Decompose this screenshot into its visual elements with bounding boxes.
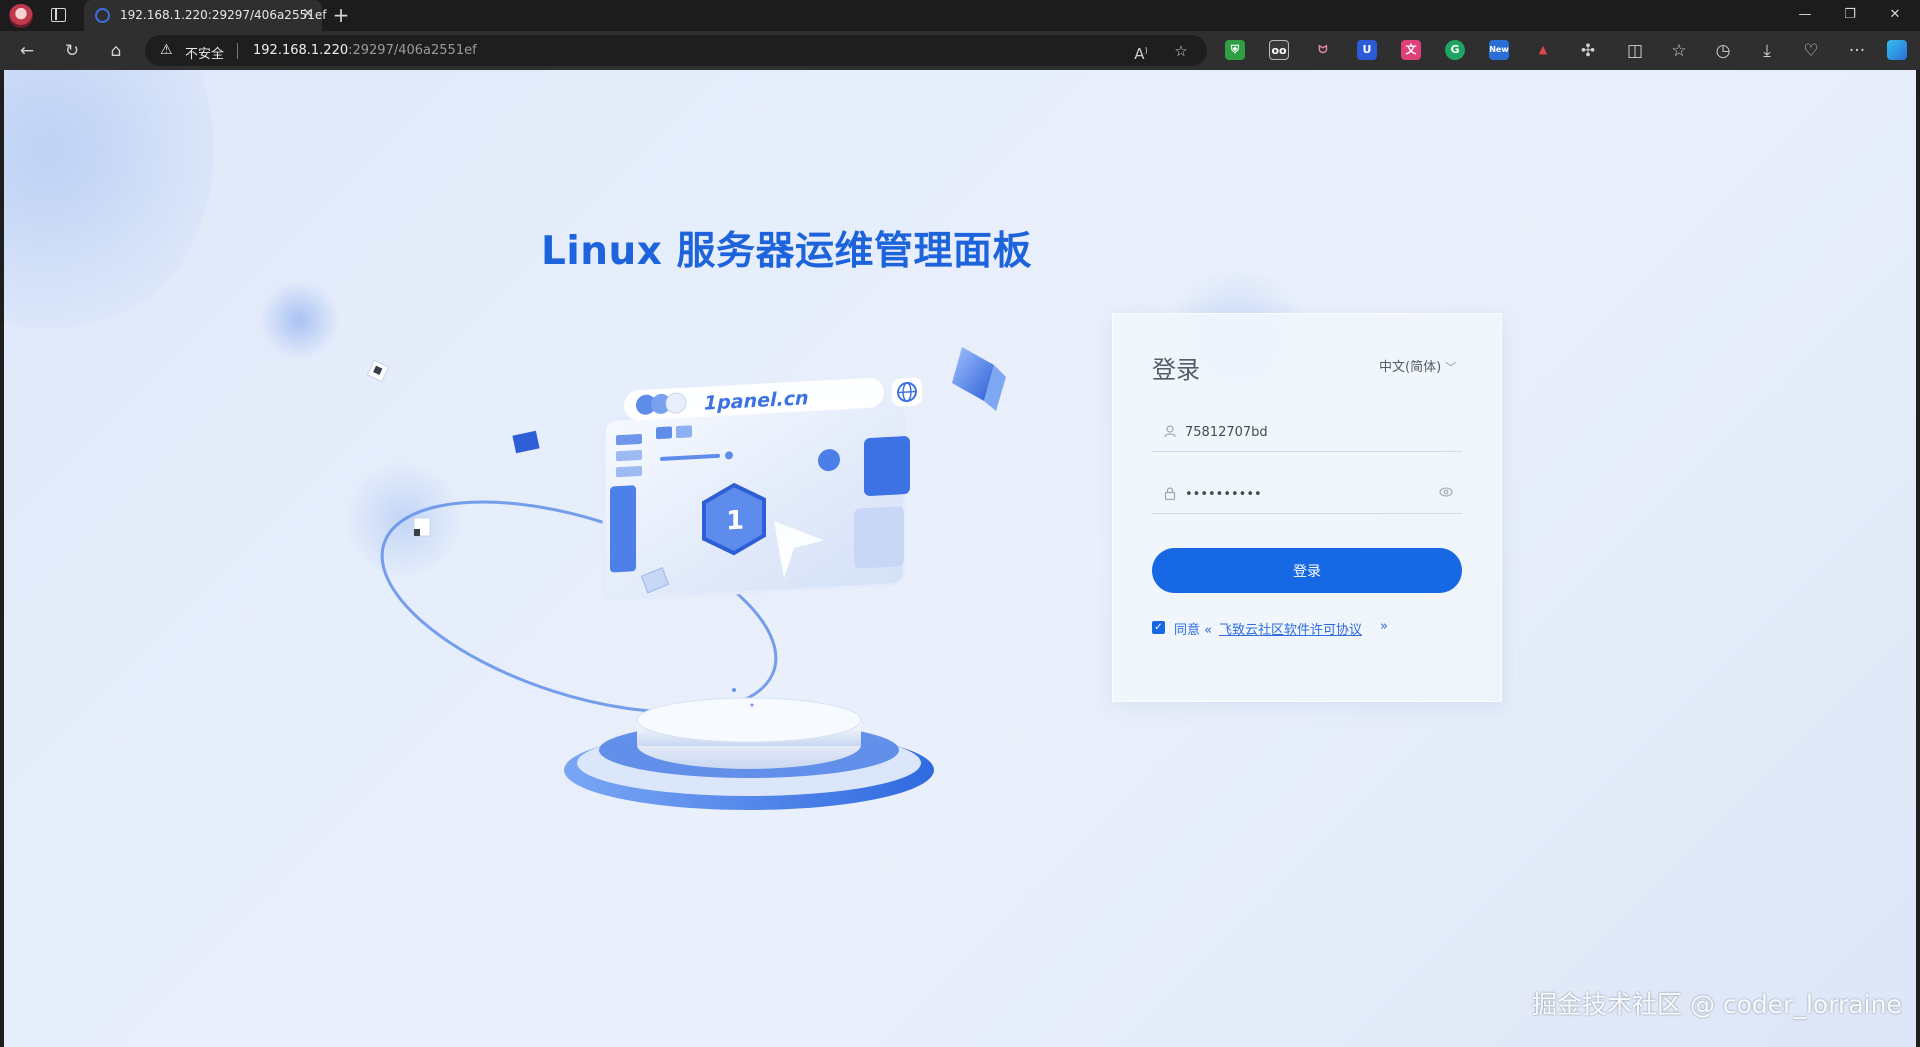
- agree-checkbox[interactable]: ✓: [1152, 621, 1165, 634]
- floating-cube: [366, 359, 390, 383]
- profile-avatar[interactable]: [9, 4, 33, 28]
- browser-toolbar: ← ↻ ⌂ ⚠ 不安全 192.168.1.220:29297/406a2551…: [0, 31, 1920, 70]
- password-input[interactable]: [1185, 484, 1425, 504]
- agree-suffix: »: [1380, 619, 1388, 634]
- cat-extension-icon[interactable]: ᗢ: [1313, 40, 1333, 60]
- eye-icon[interactable]: [1438, 487, 1454, 501]
- address-bar[interactable]: ⚠ 不安全 192.168.1.220:29297/406a2551ef A) …: [145, 35, 1207, 66]
- user-icon: [1163, 425, 1177, 439]
- chevron-down-icon: ﹀: [1445, 361, 1457, 374]
- background-circle: [4, 70, 214, 340]
- shield-extension-icon[interactable]: ⛨: [1225, 40, 1245, 60]
- read-aloud-icon[interactable]: A): [1130, 40, 1152, 63]
- close-window-icon[interactable]: ✕: [1880, 4, 1910, 26]
- extensions-puzzle-icon[interactable]: ✣: [1577, 40, 1599, 62]
- translate-extension-icon[interactable]: 文: [1401, 40, 1421, 60]
- username-input[interactable]: [1185, 422, 1425, 442]
- browser-tab-bar: 192.168.1.220:29297/406a2551ef ✕ + — ❐ ✕: [0, 0, 1920, 31]
- tab-title: 192.168.1.220:29297/406a2551ef: [120, 8, 327, 22]
- security-label[interactable]: 不安全: [185, 43, 224, 62]
- address-separator: [237, 43, 238, 59]
- home-icon[interactable]: ⌂: [105, 40, 127, 62]
- download-icon[interactable]: ⤓: [1756, 40, 1778, 62]
- favorites-icon[interactable]: ☆: [1668, 40, 1690, 62]
- language-select[interactable]: 中文(简体) ﹀: [1379, 356, 1456, 375]
- url-path: :29297/406a2551ef: [348, 43, 477, 58]
- split-screen-icon[interactable]: ◫: [1624, 40, 1646, 62]
- panel-illustration: 1 1panel.cn: [366, 347, 1006, 810]
- floating-cube: [512, 430, 540, 454]
- login-card: 登录 中文(简体)﹀ 登录 ✓ 同意 « 飞致云社区软件许可协议 »: [1112, 313, 1502, 702]
- url-host: 192.168.1.220: [253, 43, 349, 58]
- more-menu-icon[interactable]: ···: [1846, 40, 1868, 62]
- refresh-icon[interactable]: ↻: [61, 40, 83, 62]
- page-heading: Linux 服务器运维管理面板: [541, 229, 1032, 274]
- minimize-icon[interactable]: —: [1790, 4, 1820, 26]
- login-button[interactable]: 登录: [1152, 548, 1462, 593]
- floating-cube: [952, 347, 1006, 411]
- language-value: 中文(简体): [1379, 360, 1442, 375]
- license-agreement-link[interactable]: 飞致云社区软件许可协议: [1219, 619, 1362, 638]
- floating-cube: [413, 517, 431, 537]
- password-field: [1152, 474, 1462, 514]
- browser-essentials-icon[interactable]: ♡: [1800, 40, 1822, 62]
- watermark-text: 掘金技术社区 @ coder_lorraine: [1532, 990, 1902, 1019]
- bitwarden-icon[interactable]: U: [1357, 40, 1377, 60]
- glasses-extension-icon[interactable]: oo: [1269, 40, 1289, 60]
- tab-favicon-icon: [95, 8, 110, 23]
- svg-text:1: 1: [726, 506, 744, 537]
- tab-close-icon[interactable]: ✕: [299, 5, 317, 23]
- background-circle: [259, 280, 339, 360]
- grammarly-icon[interactable]: G: [1445, 40, 1465, 60]
- login-title: 登录: [1152, 356, 1200, 384]
- page-viewport: Linux 服务器运维管理面板 1 1panel.cn 登录 中文(简体) ﹀ …: [4, 70, 1916, 1047]
- new-extension-icon[interactable]: New: [1489, 40, 1509, 60]
- lock-icon: [1163, 487, 1177, 501]
- agree-prefix: 同意 «: [1174, 623, 1213, 638]
- username-field: [1152, 412, 1462, 452]
- restore-icon[interactable]: ❐: [1835, 4, 1865, 26]
- favorite-star-icon[interactable]: ☆: [1170, 40, 1192, 62]
- browser-tab[interactable]: 192.168.1.220:29297/406a2551ef ✕: [84, 0, 326, 31]
- new-tab-button[interactable]: +: [330, 3, 352, 27]
- copilot-icon[interactable]: [1887, 40, 1907, 60]
- back-icon[interactable]: ←: [16, 40, 38, 62]
- url-text[interactable]: 192.168.1.220:29297/406a2551ef: [253, 43, 477, 58]
- warning-icon[interactable]: ⚠: [160, 42, 178, 58]
- tab-actions-icon[interactable]: [51, 8, 66, 22]
- history-icon[interactable]: ◷: [1712, 40, 1734, 62]
- acrobat-icon[interactable]: ▲: [1533, 40, 1553, 60]
